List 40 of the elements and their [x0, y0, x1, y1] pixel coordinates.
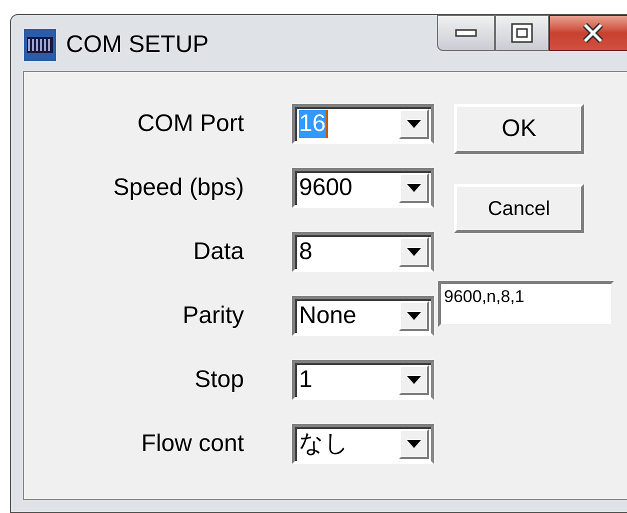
field-label: Flow cont [140, 429, 245, 459]
dropdown-value: 1 [299, 366, 312, 394]
maximize-button[interactable] [495, 15, 549, 51]
close-icon [582, 23, 604, 43]
dropdown[interactable]: 8 [292, 232, 434, 272]
field-label: Stop [194, 365, 245, 395]
window-title: COM SETUP [66, 30, 209, 60]
caret-icon [407, 248, 421, 256]
dropdown[interactable]: 9600 [292, 168, 434, 208]
minimize-icon [455, 29, 477, 37]
cancel-button[interactable]: Cancel [454, 184, 584, 233]
maximize-icon [511, 23, 533, 43]
dropdown[interactable]: 1 [292, 360, 434, 400]
dropdown[interactable]: None [292, 296, 434, 336]
dropdown-value: なし [299, 430, 349, 458]
caret-icon [407, 120, 421, 128]
dropdown-arrow-button[interactable] [399, 301, 429, 331]
dropdown[interactable]: なし [292, 424, 434, 464]
caret-icon [407, 376, 421, 384]
caret-icon [407, 440, 421, 448]
dropdown-value: 16 [299, 110, 328, 138]
settings-summary-field[interactable]: 9600,n,8,1 [438, 281, 614, 327]
dropdown-value: 9600 [299, 174, 352, 202]
minimize-button[interactable] [437, 15, 495, 51]
dropdown-arrow-button[interactable] [399, 109, 429, 139]
close-button[interactable] [549, 15, 627, 51]
field-label: COM Port [136, 109, 245, 139]
field-label: Parity [182, 301, 245, 331]
caret-icon [407, 312, 421, 320]
dropdown-arrow-button[interactable] [399, 237, 429, 267]
caret-icon [407, 184, 421, 192]
field-label: Data [192, 237, 245, 267]
dropdown-arrow-button[interactable] [399, 173, 429, 203]
field-label: Speed (bps) [112, 173, 245, 203]
dropdown-arrow-button[interactable] [399, 365, 429, 395]
dropdown-arrow-button[interactable] [399, 429, 429, 459]
dropdown-value: None [299, 302, 356, 330]
dropdown-value: 8 [299, 238, 312, 266]
app-logo-icon [24, 29, 56, 61]
ok-button[interactable]: OK [454, 104, 584, 154]
